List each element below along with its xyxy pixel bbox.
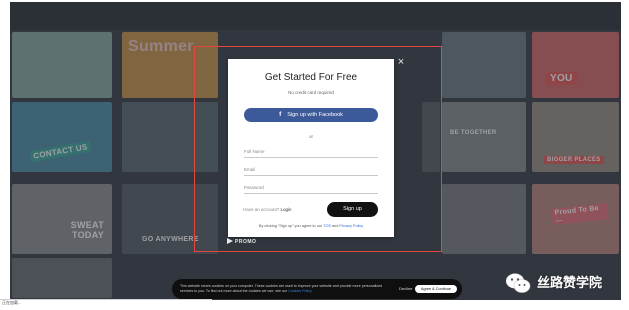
agree-continue-button[interactable]: Agree & Continue: [415, 285, 457, 293]
facebook-button-label: Sign up with Facebook: [287, 112, 343, 118]
decline-button[interactable]: Decline: [399, 286, 412, 291]
email-field[interactable]: [244, 165, 378, 176]
signup-button[interactable]: Sign up: [327, 202, 378, 217]
email-input[interactable]: [244, 167, 378, 172]
full-name-input[interactable]: [244, 149, 378, 154]
cookie-message: This website stores cookies on your comp…: [180, 284, 383, 293]
promo-logo-icon: [227, 238, 233, 244]
login-link[interactable]: Login: [281, 207, 292, 212]
wechat-icon: [506, 273, 531, 293]
have-account-row: Have an account? Login: [243, 207, 292, 212]
password-field[interactable]: [244, 183, 378, 194]
cookie-policy-link[interactable]: Cookies Policy: [288, 289, 312, 293]
status-bar: [0, 299, 212, 300]
modal-subtitle: No credit card required: [288, 90, 334, 95]
facebook-icon: f: [279, 111, 282, 118]
promo-logo-text: PROMO: [235, 239, 257, 245]
privacy-link[interactable]: Privacy Policy: [339, 224, 363, 228]
facebook-signup-button[interactable]: f Sign up with Facebook: [244, 108, 378, 122]
promo-logo: PROMO: [227, 238, 256, 245]
status-text: 正在加载...: [2, 300, 22, 305]
full-name-field[interactable]: [244, 147, 378, 158]
cookie-text: This website stores cookies on your comp…: [180, 284, 392, 294]
watermark-text: 丝路赞学院: [537, 275, 603, 290]
terms-text: By clicking "Sign up" you agree to our T…: [228, 224, 394, 228]
close-icon[interactable]: ×: [395, 56, 407, 68]
signup-modal: Get Started For Free No credit card requ…: [228, 59, 394, 237]
modal-title: Get Started For Free: [264, 72, 358, 83]
or-divider: or: [308, 134, 313, 139]
terms-and: and: [332, 224, 339, 228]
terms-prefix: By clicking "Sign up" you agree to our: [258, 224, 323, 228]
have-account-text: Have an account?: [243, 207, 280, 212]
cookie-banner: This website stores cookies on your comp…: [172, 279, 462, 299]
password-input[interactable]: [244, 185, 378, 190]
tos-link[interactable]: TOS: [323, 224, 331, 228]
